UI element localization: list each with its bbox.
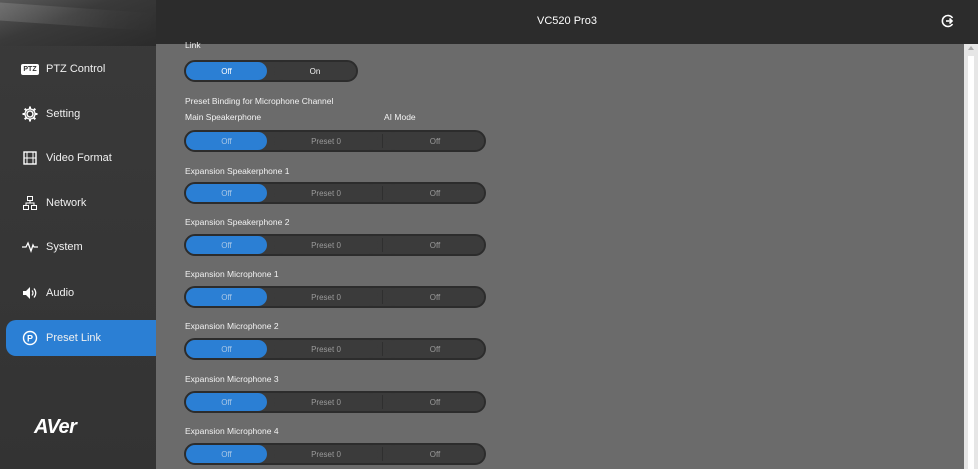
- row-label: Expansion Microphone 4: [185, 426, 279, 436]
- ai-mode-option[interactable]: Off: [386, 445, 484, 463]
- binding-row-expansion-speakerphone-2[interactable]: Off Preset 0 Off: [184, 234, 486, 256]
- section-label: Preset Binding for Microphone Channel: [185, 96, 334, 106]
- sidebar-item-label: Setting: [46, 108, 81, 120]
- binding-row-expansion-microphone-1[interactable]: Off Preset 0 Off: [184, 286, 486, 308]
- sidebar-item-ptz-control[interactable]: PTZ PTZ Control: [0, 52, 156, 86]
- preset-option[interactable]: Preset 0: [274, 445, 378, 463]
- sidebar-item-label: System: [46, 241, 83, 253]
- binding-row-expansion-microphone-3[interactable]: Off Preset 0 Off: [184, 391, 486, 413]
- binding-row-expansion-microphone-4[interactable]: Off Preset 0 Off: [184, 443, 486, 465]
- logout-icon[interactable]: [941, 14, 955, 28]
- ai-mode-option[interactable]: Off: [386, 340, 484, 358]
- ai-mode-option[interactable]: Off: [386, 393, 484, 411]
- speaker-icon: [22, 285, 38, 301]
- sidebar-item-setting[interactable]: Setting: [0, 97, 156, 131]
- header: VC520 Pro3: [156, 0, 978, 44]
- row-label: Expansion Speakerphone 2: [185, 217, 290, 227]
- row-label: Expansion Microphone 1: [185, 269, 279, 279]
- sidebar-item-label: Network: [46, 197, 87, 209]
- ai-mode-option[interactable]: Off: [386, 236, 484, 254]
- binding-row-expansion-speakerphone-1[interactable]: Off Preset 0 Off: [184, 182, 486, 204]
- link-off-option[interactable]: Off: [186, 132, 267, 150]
- row-label: Expansion Speakerphone 1: [185, 166, 290, 176]
- link-off-option[interactable]: Off: [186, 184, 267, 202]
- aver-logo: AVer: [34, 416, 77, 438]
- sidebar-banner: [0, 0, 156, 46]
- link-off-option[interactable]: Off: [186, 236, 267, 254]
- preset-option[interactable]: Preset 0: [274, 288, 378, 306]
- ai-mode-option[interactable]: Off: [386, 288, 484, 306]
- scrollbar[interactable]: [964, 44, 978, 469]
- svg-text:P: P: [27, 334, 33, 344]
- preset-option[interactable]: Preset 0: [274, 393, 378, 411]
- sidebar-item-network[interactable]: Network: [0, 186, 156, 220]
- ai-mode-option[interactable]: Off: [386, 132, 484, 150]
- binding-row-expansion-microphone-2[interactable]: Off Preset 0 Off: [184, 338, 486, 360]
- binding-row-main-speakerphone[interactable]: Off Preset 0 Off: [184, 130, 486, 152]
- page-title: VC520 Pro3: [537, 15, 597, 27]
- sidebar-item-label: Preset Link: [46, 332, 102, 344]
- preset-option[interactable]: Preset 0: [274, 236, 378, 254]
- pulse-icon: [22, 239, 38, 255]
- preset-p-icon: P: [22, 330, 38, 346]
- ai-mode-label: AI Mode: [384, 112, 416, 122]
- row-label: Main Speakerphone: [185, 112, 262, 122]
- ptz-icon: PTZ: [21, 63, 39, 75]
- scrollbar-thumb[interactable]: [968, 56, 974, 469]
- ai-mode-option[interactable]: Off: [386, 184, 484, 202]
- sidebar-item-label: Audio: [46, 287, 75, 299]
- link-off-option[interactable]: Off: [186, 445, 267, 463]
- row-label: Expansion Microphone 3: [185, 374, 279, 384]
- sidebar-item-label: PTZ Control: [46, 63, 106, 75]
- preset-option[interactable]: Preset 0: [274, 184, 378, 202]
- sidebar-item-audio[interactable]: Audio: [0, 276, 156, 310]
- sidebar: PTZ PTZ Control Setting Video Format Net…: [0, 0, 156, 469]
- scroll-up-arrow-icon[interactable]: [968, 46, 974, 50]
- sidebar-item-system[interactable]: System: [0, 230, 156, 264]
- link-off-option[interactable]: Off: [186, 62, 267, 80]
- link-label: Link: [185, 40, 201, 50]
- link-on-option[interactable]: On: [274, 62, 356, 80]
- link-off-option[interactable]: Off: [186, 340, 267, 358]
- film-icon: [22, 150, 38, 166]
- link-off-option[interactable]: Off: [186, 288, 267, 306]
- preset-option[interactable]: Preset 0: [274, 132, 378, 150]
- sidebar-item-video-format[interactable]: Video Format: [0, 141, 156, 175]
- sidebar-item-label: Video Format: [46, 152, 112, 164]
- link-toggle[interactable]: Off On: [184, 60, 358, 82]
- preset-option[interactable]: Preset 0: [274, 340, 378, 358]
- row-label: Expansion Microphone 2: [185, 321, 279, 331]
- network-icon: [22, 195, 38, 211]
- gear-icon: [22, 106, 38, 122]
- link-off-option[interactable]: Off: [186, 393, 267, 411]
- sidebar-item-preset-link[interactable]: P Preset Link: [6, 320, 156, 356]
